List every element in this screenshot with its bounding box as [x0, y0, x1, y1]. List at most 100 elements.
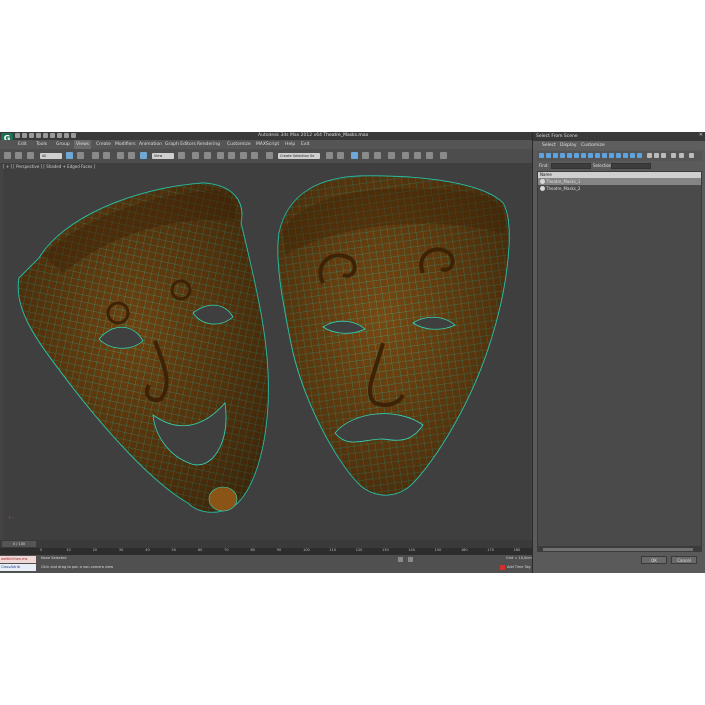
menu-edit[interactable]: Edit — [18, 140, 27, 149]
render-production-icon[interactable] — [440, 152, 447, 159]
track-bar[interactable]: 0 10 20 30 40 50 60 70 80 90 100 110 120 130 140 150 160… — [0, 548, 532, 555]
rendered-frame-window-icon[interactable] — [426, 152, 433, 159]
redo-icon[interactable] — [43, 133, 48, 138]
scene-object-list[interactable]: Name Theatre_Masks_1 Theatre_Masks_2 — [537, 171, 702, 547]
hold-icon[interactable] — [50, 133, 55, 138]
reference-coordinate-dropdown[interactable]: View — [152, 153, 174, 159]
maxscript-output[interactable]: ClassAttrib — [0, 564, 36, 571]
menu-help[interactable]: Help — [285, 140, 295, 149]
project-folder-icon[interactable] — [64, 133, 69, 138]
dialog-menu-customize[interactable]: Customize — [581, 141, 605, 150]
display-all-icon[interactable] — [623, 153, 628, 158]
menu-maxscript[interactable]: MAXScript — [256, 140, 279, 149]
spinner-snap-icon[interactable] — [251, 152, 258, 159]
list-horizontal-scrollbar[interactable] — [537, 547, 702, 552]
dialog-menu-select[interactable]: Select — [542, 141, 556, 150]
window-crossing-icon[interactable] — [103, 152, 110, 159]
menu-exit[interactable]: Exit — [301, 140, 310, 149]
layer-manager-icon[interactable] — [351, 152, 358, 159]
save-file-icon[interactable] — [29, 133, 34, 138]
scrollbar-thumb[interactable] — [543, 548, 693, 551]
display-groups-icon[interactable] — [581, 153, 586, 158]
selection-filter-dropdown[interactable]: All — [40, 153, 62, 159]
cancel-button[interactable]: Cancel — [671, 556, 697, 564]
display-space-warps-icon[interactable] — [574, 153, 579, 158]
named-selection-set-dropdown[interactable]: Create Selection Se — [278, 153, 320, 159]
select-invert-icon[interactable] — [661, 153, 666, 158]
time-tag-icon[interactable] — [500, 565, 505, 570]
display-helpers-icon[interactable] — [567, 153, 572, 158]
find-input[interactable] — [551, 163, 591, 169]
dialog-menu-display[interactable]: Display — [560, 141, 577, 150]
display-containers-icon[interactable] — [602, 153, 607, 158]
curve-editor-icon[interactable] — [374, 152, 381, 159]
material-editor-icon[interactable] — [402, 152, 409, 159]
menu-create[interactable]: Create — [96, 140, 111, 149]
display-xrefs-icon[interactable] — [588, 153, 593, 158]
maxscript-listener-input[interactable]: weltlichhen.ms — [0, 556, 36, 563]
percent-snap-icon[interactable] — [240, 152, 247, 159]
select-manipulate-icon[interactable] — [192, 152, 199, 159]
menu-customize[interactable]: Customize — [227, 140, 251, 149]
fetch-icon[interactable] — [57, 133, 62, 138]
edit-named-selection-icon[interactable] — [266, 152, 273, 159]
display-none-icon[interactable] — [630, 153, 635, 158]
qat-dropdown-icon[interactable] — [71, 133, 76, 138]
selection-set-dropdown[interactable] — [611, 163, 651, 169]
menu-group[interactable]: Group — [56, 140, 70, 149]
select-object-icon[interactable] — [66, 152, 73, 159]
display-bones-icon[interactable] — [595, 153, 600, 158]
comedy-mask[interactable] — [17, 182, 269, 513]
mirror-icon[interactable] — [326, 152, 333, 159]
time-slider[interactable]: 0 / 100 — [2, 541, 36, 547]
schematic-view-icon[interactable] — [388, 152, 395, 159]
hierarchy-icon[interactable] — [679, 153, 684, 158]
open-file-icon[interactable] — [22, 133, 27, 138]
move-icon[interactable] — [117, 152, 124, 159]
tragedy-mask[interactable] — [277, 175, 510, 496]
list-item[interactable]: Theatre_Masks_2 — [538, 185, 701, 192]
select-link-icon[interactable] — [4, 152, 11, 159]
select-by-name-icon[interactable] — [77, 152, 84, 159]
unlink-icon[interactable] — [15, 152, 22, 159]
menu-graph-editors[interactable]: Graph Editors — [165, 140, 196, 149]
snaps-toggle-icon[interactable] — [217, 152, 224, 159]
display-shapes-icon[interactable] — [546, 153, 551, 158]
undo-icon[interactable] — [36, 133, 41, 138]
select-none-icon[interactable] — [654, 153, 659, 158]
rectangular-selection-icon[interactable] — [92, 152, 99, 159]
options-icon[interactable] — [689, 153, 694, 158]
menu-views[interactable]: Views — [74, 140, 92, 149]
lock-selection-icon[interactable] — [398, 557, 403, 562]
display-invert-icon[interactable] — [637, 153, 642, 158]
menu-animation[interactable]: Animation — [139, 140, 162, 149]
align-icon[interactable] — [337, 152, 344, 159]
timeline-tick-label: 120 — [355, 548, 363, 552]
graphite-ribbon-icon[interactable] — [362, 152, 369, 159]
angle-snap-icon[interactable] — [228, 152, 235, 159]
display-frozen-icon[interactable] — [609, 153, 614, 158]
list-item[interactable]: Theatre_Masks_1 — [538, 178, 701, 185]
pivot-center-icon[interactable] — [178, 152, 185, 159]
perspective-viewport[interactable]: [ + ] [ Perspective ] [ Shaded + Edged F… — [3, 163, 531, 540]
display-geometry-icon[interactable] — [539, 153, 544, 158]
menu-rendering[interactable]: Rendering — [197, 140, 220, 149]
add-time-tag[interactable]: Add Time Tag — [507, 565, 531, 569]
new-file-icon[interactable] — [15, 133, 20, 138]
display-cameras-icon[interactable] — [560, 153, 565, 158]
filter-icon[interactable] — [671, 153, 676, 158]
menu-tools[interactable]: Tools — [36, 140, 47, 149]
ok-button[interactable]: OK — [641, 556, 667, 564]
menu-modifiers[interactable]: Modifiers — [115, 140, 136, 149]
keyboard-shortcut-override-icon[interactable] — [204, 152, 211, 159]
timeline-tick-label: 80 — [250, 548, 255, 552]
absolute-mode-icon[interactable] — [408, 557, 413, 562]
display-lights-icon[interactable] — [553, 153, 558, 158]
bind-space-warp-icon[interactable] — [27, 152, 34, 159]
select-all-icon[interactable] — [647, 153, 652, 158]
rotate-icon[interactable] — [128, 152, 135, 159]
render-setup-icon[interactable] — [414, 152, 421, 159]
display-hidden-icon[interactable] — [616, 153, 621, 158]
close-icon[interactable]: ✕ — [699, 132, 703, 138]
scale-icon[interactable] — [140, 152, 147, 159]
